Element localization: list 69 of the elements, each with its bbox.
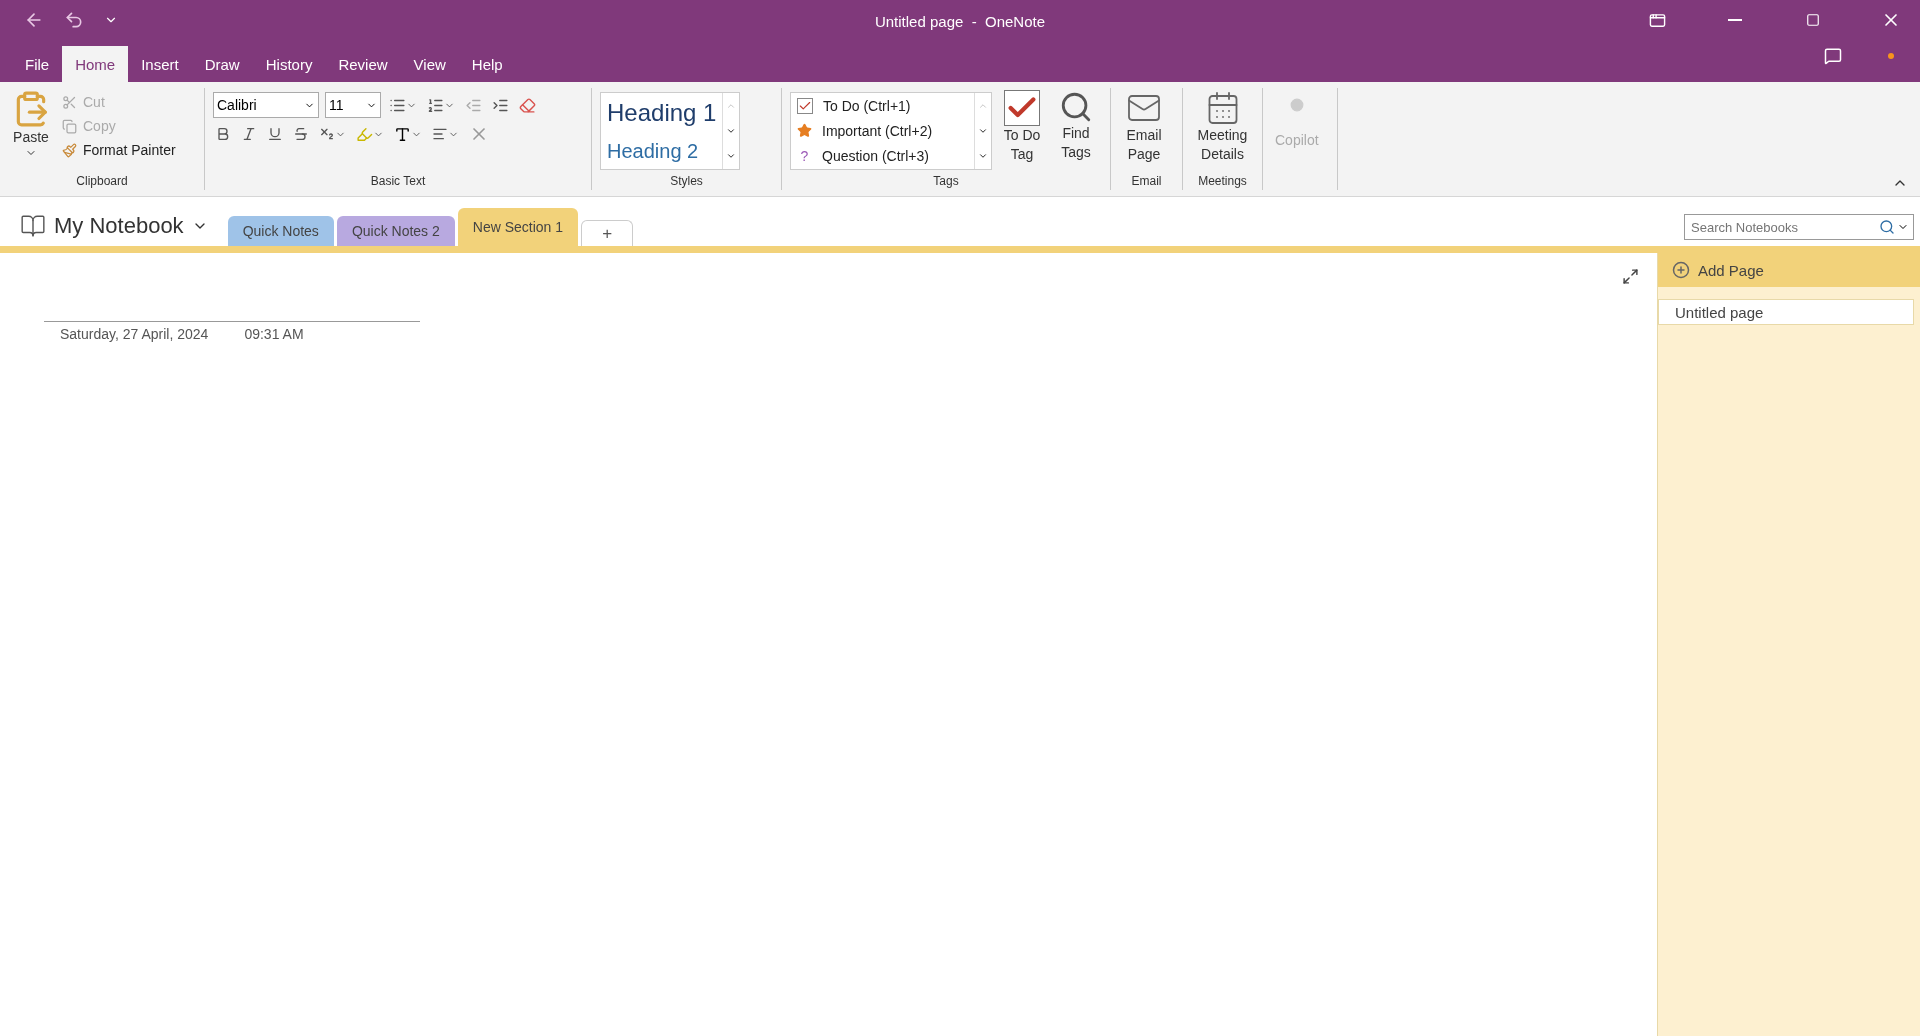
ribbon-tab[interactable]: Home <box>62 46 129 82</box>
notification-dot <box>1888 53 1894 59</box>
page-time: 09:31 AM <box>244 326 304 342</box>
font-color-icon <box>394 125 411 143</box>
group-label: Styles <box>670 174 703 190</box>
find-tags-icon <box>1059 90 1093 124</box>
star-icon <box>797 123 812 139</box>
page-date: Saturday, 27 April, 2024 <box>60 326 209 342</box>
ribbon-tab[interactable]: View <box>400 46 459 82</box>
window-icon <box>1648 11 1666 29</box>
copilot-icon <box>1289 98 1304 112</box>
subscript-icon <box>319 126 335 142</box>
font-field[interactable]: Calibri <box>213 92 319 118</box>
group-label: Meetings <box>1198 174 1247 190</box>
underline-icon <box>267 126 283 142</box>
expand-icon <box>1622 268 1639 285</box>
page-item[interactable]: Untitled page <box>1658 299 1914 325</box>
scissors-icon <box>62 94 77 110</box>
add-section-button[interactable]: + <box>581 220 634 246</box>
restore-icon <box>1806 13 1820 27</box>
ribbon-tab[interactable]: Review <box>325 46 401 82</box>
section-tab[interactable]: New Section 1 <box>457 208 579 246</box>
minimize-icon <box>1728 19 1742 21</box>
ribbon-tab[interactable]: Help <box>458 46 516 82</box>
search-icon[interactable] <box>1879 219 1895 235</box>
question-mark: ? <box>799 148 810 165</box>
font-size-field[interactable]: 11 <box>325 92 381 118</box>
add-page-button[interactable]: Add Page <box>1658 253 1920 287</box>
section-tab[interactable]: Quick Notes <box>227 216 334 246</box>
comment-icon[interactable] <box>1824 47 1842 65</box>
ribbon-tab[interactable]: Insert <box>128 46 192 82</box>
scroll-down-icon[interactable] <box>726 126 737 136</box>
ribbon-tab[interactable]: History <box>252 46 326 82</box>
copy-icon <box>62 118 77 134</box>
italic-icon <box>241 126 257 142</box>
notebook-picker[interactable]: My Notebook <box>14 212 214 240</box>
group-label: Tags <box>933 174 959 190</box>
style-option[interactable]: Heading 1 <box>607 99 717 128</box>
tag-option[interactable]: Important (Ctrl+2) <box>797 123 968 139</box>
style-option[interactable]: Heading 2 <box>607 139 717 163</box>
group-label: Clipboard <box>76 174 128 190</box>
strikethrough-icon <box>293 126 309 142</box>
align-icon <box>432 126 448 142</box>
undo-icon[interactable] <box>64 10 84 30</box>
tag-option[interactable]: To Do (Ctrl+1) <box>797 97 968 114</box>
to-do-tag-button[interactable]: To Do Tag <box>998 88 1046 166</box>
bold-icon <box>215 126 231 142</box>
paintbrush-icon <box>62 142 77 158</box>
paste-button[interactable]: Paste <box>8 88 54 161</box>
ribbon-tab[interactable]: File <box>12 46 63 82</box>
numbered-list-icon <box>427 96 444 114</box>
scroll-down-icon[interactable] <box>978 126 988 136</box>
search-field[interactable]: Search Notebooks <box>1684 214 1914 240</box>
eraser-icon <box>519 96 536 114</box>
ribbon-tab[interactable]: Draw <box>191 46 253 82</box>
group-label: Basic Text <box>370 174 426 190</box>
email-page-button[interactable]: Email Page <box>1119 88 1169 166</box>
notebook-icon <box>20 213 46 239</box>
checkbox-icon <box>797 97 813 114</box>
tag-option[interactable]: ? Question (Ctrl+3) <box>797 148 968 165</box>
checkmark-icon <box>1004 90 1040 126</box>
format-painter-button[interactable]: Format Painter <box>60 140 178 160</box>
highlighter-icon <box>356 125 373 143</box>
section-tab[interactable]: Quick Notes 2 <box>336 216 455 246</box>
plus-circle-icon <box>1672 261 1690 279</box>
group-label: Email <box>1131 174 1162 190</box>
meeting-details-button[interactable]: Meeting Details <box>1191 88 1254 166</box>
find-tags-button[interactable]: Find Tags <box>1052 88 1100 164</box>
window-title: Untitled page - OneNote <box>874 13 1046 30</box>
